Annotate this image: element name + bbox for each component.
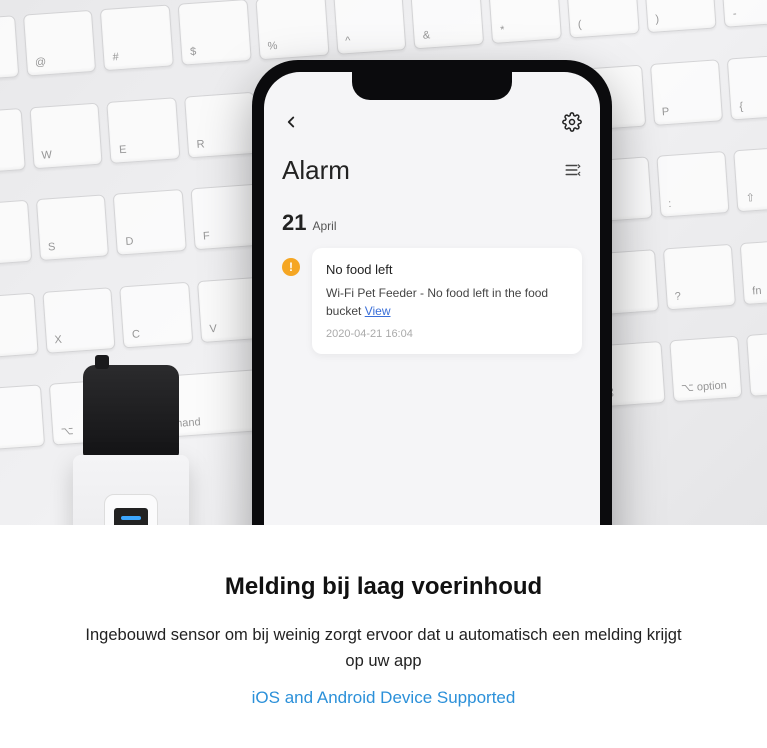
key: # (100, 4, 174, 71)
key: { (727, 53, 767, 120)
view-link[interactable]: View (365, 304, 391, 318)
notification-card[interactable]: No food left Wi-Fi Pet Feeder - No food … (312, 248, 582, 354)
key: ⇧ (733, 146, 767, 213)
warning-icon: ! (282, 258, 300, 276)
key: S (36, 195, 110, 262)
date-month: April (312, 219, 336, 233)
notification-body: Wi-Fi Pet Feeder - No food left in the f… (326, 284, 568, 320)
gear-icon (562, 112, 582, 132)
chevron-left-icon (282, 113, 300, 131)
key (746, 331, 767, 398)
key: ⌃ (0, 385, 45, 452)
key: ⌥ option (669, 336, 743, 403)
key: @ (23, 10, 97, 77)
key: ^ (333, 0, 407, 55)
key: Z (0, 292, 38, 359)
key: D (113, 189, 187, 256)
notification-body-text: Wi-Fi Pet Feeder - No food left in the f… (326, 286, 548, 318)
key: fn (740, 238, 767, 305)
caption-body: Ingebouwd sensor om bij weinig zorgt erv… (84, 623, 684, 674)
filter-button[interactable] (564, 155, 582, 186)
phone-notch (352, 72, 512, 100)
notification-timestamp: 2020-04-21 16:04 (326, 326, 568, 343)
key: % (255, 0, 329, 60)
key: C (120, 281, 194, 348)
feeder-hopper (83, 365, 179, 457)
page-title-row: Alarm (264, 147, 600, 192)
feeder-control-panel (104, 494, 158, 525)
key: ) (643, 0, 717, 33)
page-title: Alarm (282, 155, 350, 186)
product-scene: ! @ # $ % ^ & * ( ) - Q W E R T Y U I O … (0, 0, 767, 525)
date-day: 21 (282, 210, 306, 236)
key: ? (662, 244, 736, 311)
phone-screen: Alarm 21 April ! No food left Wi-Fi Pet … (264, 72, 600, 525)
key: $ (178, 0, 252, 66)
key: E (107, 97, 181, 164)
key: - (721, 0, 767, 28)
key: A (0, 200, 32, 267)
caption-block: Melding bij laag voerinhoud Ingebouwd se… (0, 525, 767, 728)
caption-title: Melding bij laag voerinhoud (40, 573, 727, 601)
key: * (488, 0, 562, 44)
phone-mockup: Alarm 21 April ! No food left Wi-Fi Pet … (252, 60, 612, 525)
caption-support: iOS and Android Device Supported (40, 688, 727, 708)
notification-title: No food left (326, 260, 568, 280)
key: & (410, 0, 484, 49)
key: Q (0, 108, 25, 175)
notification-row: ! No food left Wi-Fi Pet Feeder - No foo… (264, 244, 600, 358)
date-row: 21 April (264, 192, 600, 244)
key: ( (565, 0, 639, 39)
pet-feeder-illustration (56, 365, 206, 525)
settings-button[interactable] (562, 112, 582, 137)
key: R (184, 91, 258, 158)
key: X (42, 287, 116, 354)
key: : (656, 151, 730, 218)
key: P (649, 59, 723, 126)
feeder-body (73, 455, 189, 525)
key: ! (0, 15, 19, 82)
back-button[interactable] (282, 113, 300, 136)
filter-list-icon (564, 161, 582, 179)
key: W (29, 102, 103, 169)
feeder-display (114, 508, 148, 525)
